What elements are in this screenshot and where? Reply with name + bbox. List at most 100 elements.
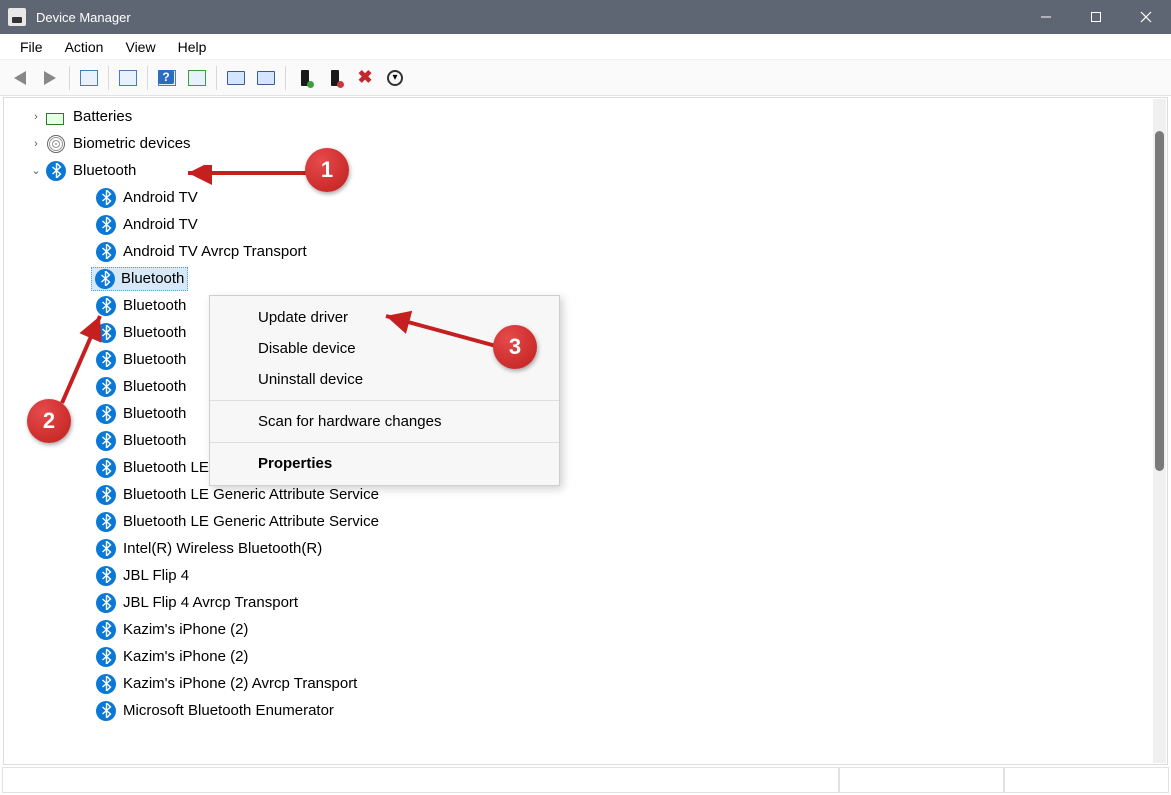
bluetooth-icon: [95, 484, 117, 506]
tree-device-item[interactable]: Bluetooth: [5, 400, 1153, 427]
down-circle-icon: ▾: [387, 70, 403, 86]
battery-icon: [45, 106, 67, 128]
bluetooth-icon: [95, 457, 117, 479]
device-tree-container: › Batteries › Biometric devices ⌄ Blueto…: [3, 97, 1168, 765]
window-controls: [1021, 0, 1171, 34]
tree-device-item[interactable]: Bluetooth LE Generic Attribute Service: [5, 481, 1153, 508]
tree-device-item[interactable]: Intel(R) Wireless Bluetooth(R): [5, 535, 1153, 562]
disable-device-button[interactable]: [321, 64, 349, 92]
bluetooth-icon: [45, 160, 67, 182]
properties-button[interactable]: [114, 64, 142, 92]
tree-device-label: Bluetooth: [123, 405, 186, 422]
titlebar: Device Manager: [0, 0, 1171, 34]
bluetooth-icon: [95, 592, 117, 614]
action-button[interactable]: [183, 64, 211, 92]
tree-device-label: Kazim's iPhone (2): [123, 621, 248, 638]
biometric-icon: [45, 133, 67, 155]
tree-device-label: JBL Flip 4: [123, 567, 189, 584]
panel-icon: [80, 70, 98, 86]
tree-device-label: Microsoft Bluetooth Enumerator: [123, 702, 334, 719]
update-driver-button[interactable]: [222, 64, 250, 92]
close-button[interactable]: [1121, 0, 1171, 34]
ctx-separator: [210, 400, 559, 401]
help-button[interactable]: [153, 64, 181, 92]
tree-category-bluetooth[interactable]: ⌄ Bluetooth: [5, 157, 1153, 184]
tree-category-label: Bluetooth: [73, 162, 136, 179]
bluetooth-icon: [95, 538, 117, 560]
toolbar: ✖ ▾: [0, 60, 1171, 96]
vertical-scrollbar[interactable]: [1153, 99, 1166, 763]
tree-device-label: Bluetooth: [121, 270, 184, 287]
tree-device-item[interactable]: Bluetooth: [5, 319, 1153, 346]
ctx-uninstall-device[interactable]: Uninstall device: [210, 364, 559, 395]
device-tree[interactable]: › Batteries › Biometric devices ⌄ Blueto…: [5, 99, 1153, 763]
tree-device-label: Bluetooth: [123, 324, 186, 341]
tree-device-item[interactable]: Android TV: [5, 184, 1153, 211]
tree-device-item[interactable]: Kazim's iPhone (2): [5, 616, 1153, 643]
toolbar-separator: [147, 66, 148, 90]
maximize-button[interactable]: [1071, 0, 1121, 34]
tree-device-item[interactable]: Kazim's iPhone (2) Avrcp Transport: [5, 670, 1153, 697]
collapse-icon[interactable]: ⌄: [27, 164, 45, 177]
tree-device-item[interactable]: Bluetooth: [5, 427, 1153, 454]
bluetooth-icon: [95, 565, 117, 587]
tree-device-item[interactable]: Kazim's iPhone (2): [5, 643, 1153, 670]
minimize-button[interactable]: [1021, 0, 1071, 34]
annotation-callout-1: 1: [305, 148, 349, 192]
menu-help[interactable]: Help: [168, 36, 217, 58]
bluetooth-icon: [95, 511, 117, 533]
ctx-separator: [210, 442, 559, 443]
tree-device-item[interactable]: Microsoft Bluetooth Enumerator: [5, 697, 1153, 724]
scan-hardware-button[interactable]: [252, 64, 280, 92]
tree-device-item[interactable]: JBL Flip 4: [5, 562, 1153, 589]
tree-category-batteries[interactable]: › Batteries: [5, 103, 1153, 130]
ctx-properties[interactable]: Properties: [210, 448, 559, 479]
back-button[interactable]: [6, 64, 34, 92]
monitor-icon: [257, 71, 275, 85]
scan-changes-button[interactable]: ▾: [381, 64, 409, 92]
app-icon: [8, 8, 26, 26]
annotation-number: 2: [43, 408, 55, 434]
tree-category-label: Batteries: [73, 108, 132, 125]
arrow-right-icon: [44, 71, 56, 85]
uninstall-device-button[interactable]: ✖: [351, 64, 379, 92]
tree-category-biometric[interactable]: › Biometric devices: [5, 130, 1153, 157]
tree-device-label: Kazim's iPhone (2) Avrcp Transport: [123, 675, 357, 692]
expand-icon[interactable]: ›: [27, 111, 45, 123]
annotation-arrow-2: [52, 308, 122, 418]
tree-device-item[interactable]: Bluetooth LE Generic Attribute Service: [5, 508, 1153, 535]
help-icon: [158, 70, 176, 86]
forward-button[interactable]: [36, 64, 64, 92]
tree-device-item[interactable]: Android TV Avrcp Transport: [5, 238, 1153, 265]
tree-device-label: Bluetooth: [123, 378, 186, 395]
scrollbar-thumb[interactable]: [1155, 131, 1164, 471]
toolbar-separator: [69, 66, 70, 90]
annotation-callout-3: 3: [493, 325, 537, 369]
statusbar: [2, 767, 1169, 793]
tree-device-item[interactable]: Bluetooth: [5, 292, 1153, 319]
show-hide-tree-button[interactable]: [75, 64, 103, 92]
enable-device-button[interactable]: [291, 64, 319, 92]
tree-device-label: Kazim's iPhone (2): [123, 648, 248, 665]
device-disable-icon: [331, 70, 339, 86]
ctx-scan-hardware[interactable]: Scan for hardware changes: [210, 406, 559, 437]
expand-icon[interactable]: ›: [27, 138, 45, 150]
window-title: Device Manager: [36, 10, 1021, 25]
tree-device-item[interactable]: Android TV: [5, 211, 1153, 238]
menu-action[interactable]: Action: [55, 36, 114, 58]
menu-view[interactable]: View: [115, 36, 165, 58]
status-main: [2, 767, 839, 793]
annotation-arrow-1: [180, 165, 320, 195]
toolbar-separator: [108, 66, 109, 90]
tree-device-item[interactable]: Bluetooth: [5, 373, 1153, 400]
arrow-left-icon: [14, 71, 26, 85]
bluetooth-icon: [95, 646, 117, 668]
tree-device-item[interactable]: JBL Flip 4 Avrcp Transport: [5, 589, 1153, 616]
tree-device-item[interactable]: Bluetooth: [5, 265, 1153, 292]
bluetooth-icon: [95, 214, 117, 236]
menu-file[interactable]: File: [10, 36, 53, 58]
tree-device-item[interactable]: Bluetooth LE Generic Attribute Service: [5, 454, 1153, 481]
tree-device-item[interactable]: Bluetooth: [5, 346, 1153, 373]
tree-device-label: Bluetooth: [123, 432, 186, 449]
menubar: File Action View Help: [0, 34, 1171, 60]
